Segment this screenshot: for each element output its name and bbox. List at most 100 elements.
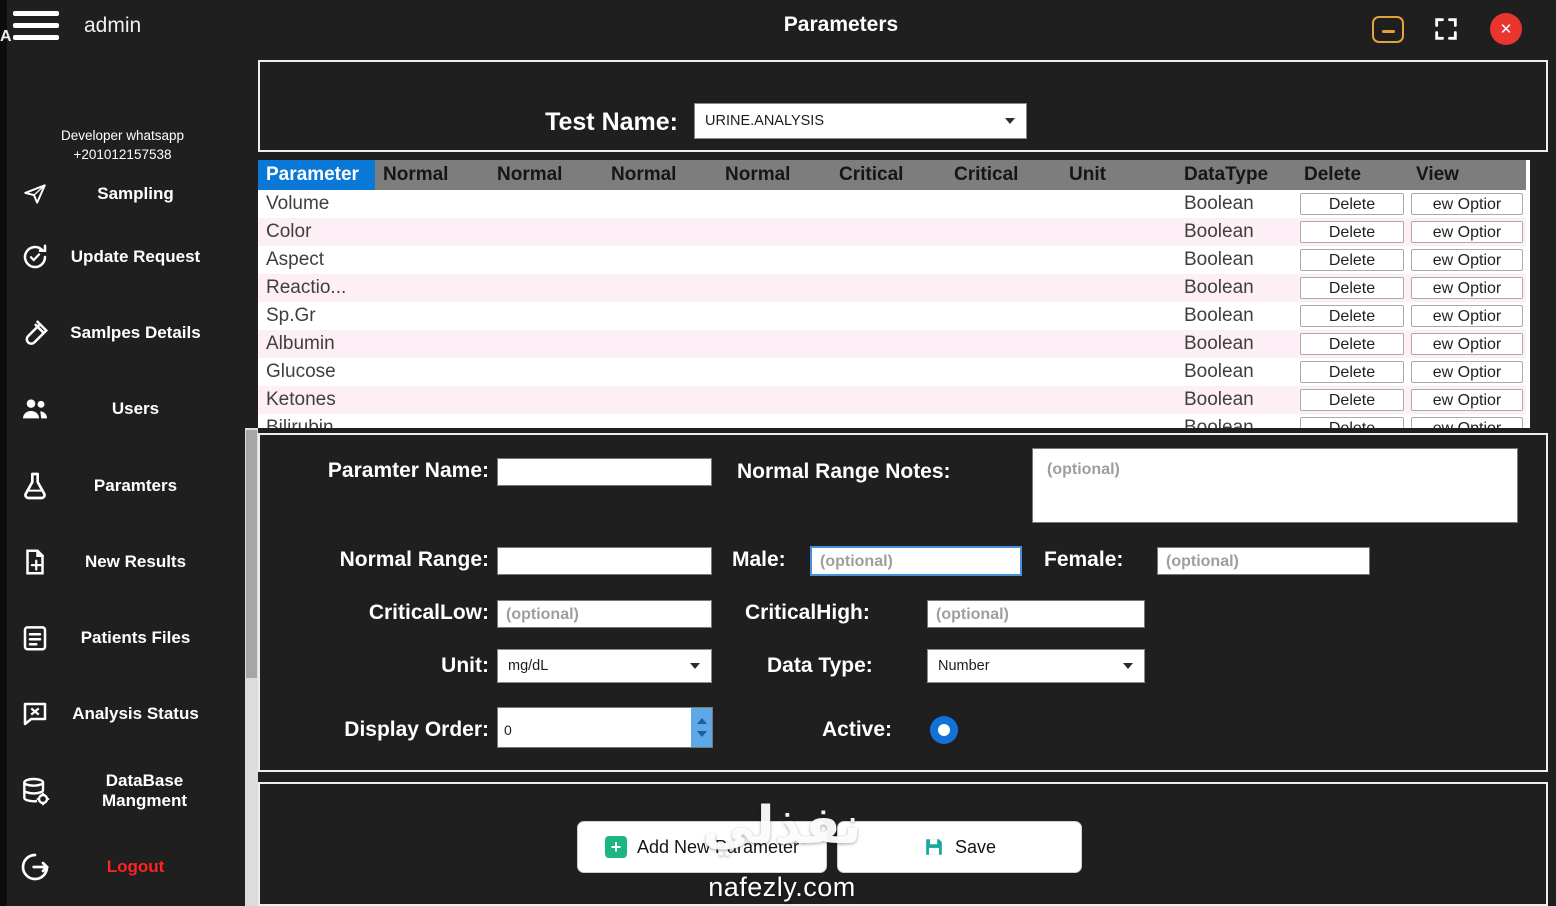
- table-row[interactable]: Albumin Boolean Delete ew Optior: [258, 330, 1526, 358]
- table-row[interactable]: Bilirubin Boolean Delete ew Optior: [258, 414, 1526, 428]
- column-header-critical[interactable]: Critical: [946, 160, 1061, 190]
- column-header-critical[interactable]: Critical: [831, 160, 946, 190]
- normal-range-notes-textarea[interactable]: [1032, 448, 1518, 523]
- male-input[interactable]: [810, 546, 1022, 576]
- column-header-delete[interactable]: Delete: [1296, 160, 1408, 190]
- display-order-input[interactable]: [498, 708, 691, 747]
- column-header-normal[interactable]: Normal: [375, 160, 489, 190]
- female-input[interactable]: [1157, 547, 1370, 575]
- view-options-button[interactable]: ew Optior: [1411, 417, 1523, 428]
- delete-button[interactable]: Delete: [1300, 333, 1404, 355]
- sidebar-item-parameters[interactable]: Paramters: [0, 462, 245, 510]
- flask-icon: [16, 467, 54, 505]
- view-options-button[interactable]: ew Optior: [1411, 333, 1523, 355]
- delete-button[interactable]: Delete: [1300, 389, 1404, 411]
- view-options-button[interactable]: ew Optior: [1411, 305, 1523, 327]
- empty-cells: [375, 302, 1176, 330]
- test-name-select[interactable]: URINE.ANALYSIS: [694, 103, 1027, 139]
- close-button[interactable]: ✕: [1490, 13, 1522, 45]
- delete-button[interactable]: Delete: [1300, 221, 1404, 243]
- add-new-parameter-label: Add New Parameter: [636, 836, 800, 857]
- view-options-button[interactable]: ew Optior: [1411, 277, 1523, 299]
- table-row[interactable]: Reactio... Boolean Delete ew Optior: [258, 274, 1526, 302]
- table-row[interactable]: Glucose Boolean Delete ew Optior: [258, 358, 1526, 386]
- column-header-normal[interactable]: Normal: [717, 160, 831, 190]
- delete-button[interactable]: Delete: [1300, 193, 1404, 215]
- datatype-cell: Boolean: [1184, 221, 1254, 242]
- sidebar-item-new-results[interactable]: New Results: [0, 538, 245, 586]
- active-radio[interactable]: [930, 716, 958, 744]
- normal-range-input[interactable]: [497, 547, 712, 575]
- save-label: Save: [954, 836, 997, 857]
- parameters-table: Parameter Normal Normal Normal Normal Cr…: [258, 160, 1530, 428]
- view-cell: ew Optior: [1408, 302, 1526, 330]
- spinner-buttons[interactable]: [691, 708, 712, 747]
- sidebar-item-sampling[interactable]: Sampling: [0, 170, 245, 218]
- data-type-value: Number: [938, 658, 990, 674]
- app-window: A admin Parameters ✕ Developer whatsapp …: [0, 0, 1556, 906]
- datatype-cell: Boolean: [1184, 389, 1254, 410]
- sidebar-item-label: Paramters: [93, 476, 178, 495]
- table-row[interactable]: Volume Boolean Delete ew Optior: [258, 190, 1526, 218]
- delete-cell: Delete: [1296, 190, 1408, 218]
- minimize-button[interactable]: [1372, 16, 1404, 43]
- parameter-name-input[interactable]: [497, 458, 712, 486]
- sidebar-item-analysis-status[interactable]: Analysis Status: [0, 690, 245, 738]
- delete-cell: Delete: [1296, 302, 1408, 330]
- empty-cells: [375, 190, 1176, 218]
- display-order-stepper: [497, 707, 713, 748]
- sidebar-item-logout[interactable]: Logout: [0, 843, 245, 891]
- male-label: Male:: [732, 548, 786, 571]
- table-row[interactable]: Ketones Boolean Delete ew Optior: [258, 386, 1526, 414]
- data-type-select[interactable]: Number: [927, 649, 1145, 683]
- sidebar-item-patients-files[interactable]: Patients Files: [0, 614, 245, 662]
- unit-value: mg/dL: [508, 658, 549, 674]
- sidebar-item-label: Analysis Status: [72, 704, 199, 723]
- column-header-normal[interactable]: Normal: [603, 160, 717, 190]
- main-scrollbar[interactable]: [245, 428, 258, 906]
- sidebar-item-samples-details[interactable]: Samlpes Details: [0, 309, 245, 357]
- empty-cells: [375, 330, 1176, 358]
- sidebar-item-database-management[interactable]: DataBase Mangment: [0, 760, 245, 822]
- view-options-button[interactable]: ew Optior: [1411, 249, 1523, 271]
- add-new-parameter-button[interactable]: + Add New Parameter: [577, 821, 827, 873]
- sidebar-item-users[interactable]: Users: [0, 385, 245, 433]
- view-options-button[interactable]: ew Optior: [1411, 389, 1523, 411]
- column-header-view[interactable]: View: [1408, 160, 1526, 190]
- save-button[interactable]: Save: [837, 821, 1082, 873]
- delete-cell: Delete: [1296, 414, 1408, 428]
- table-header-row: Parameter Normal Normal Normal Normal Cr…: [258, 160, 1526, 190]
- column-header-parameter[interactable]: Parameter: [258, 160, 375, 190]
- datatype-cell: Boolean: [1184, 361, 1254, 382]
- parameter-cell: Ketones: [266, 389, 336, 410]
- column-header-datatype[interactable]: DataType: [1176, 160, 1296, 190]
- view-options-button[interactable]: ew Optior: [1411, 361, 1523, 383]
- sidebar-item-update-request[interactable]: Update Request: [0, 233, 245, 281]
- column-header-normal[interactable]: Normal: [489, 160, 603, 190]
- view-options-button[interactable]: ew Optior: [1411, 221, 1523, 243]
- critical-high-input[interactable]: [927, 600, 1145, 628]
- view-cell: ew Optior: [1408, 358, 1526, 386]
- table-row[interactable]: Aspect Boolean Delete ew Optior: [258, 246, 1526, 274]
- view-cell: ew Optior: [1408, 274, 1526, 302]
- scrollbar-thumb[interactable]: [246, 430, 257, 678]
- delete-button[interactable]: Delete: [1300, 249, 1404, 271]
- delete-button[interactable]: Delete: [1300, 305, 1404, 327]
- column-header-unit[interactable]: Unit: [1061, 160, 1176, 190]
- delete-button[interactable]: Delete: [1300, 277, 1404, 299]
- delete-button[interactable]: Delete: [1300, 417, 1404, 428]
- table-row[interactable]: Sp.Gr Boolean Delete ew Optior: [258, 302, 1526, 330]
- parameter-form-panel: Paramter Name: Normal Range Notes: Norma…: [258, 433, 1548, 772]
- fullscreen-button[interactable]: [1432, 15, 1460, 43]
- sidebar-item-label: New Results: [84, 552, 187, 571]
- unit-select[interactable]: mg/dL: [497, 649, 712, 683]
- critical-low-input[interactable]: [497, 600, 712, 628]
- table-row[interactable]: Color Boolean Delete ew Optior: [258, 218, 1526, 246]
- menu-icon[interactable]: [13, 11, 61, 49]
- view-cell: ew Optior: [1408, 246, 1526, 274]
- sidebar-item-label: Patients Files: [80, 628, 191, 647]
- delete-cell: Delete: [1296, 218, 1408, 246]
- view-options-button[interactable]: ew Optior: [1411, 193, 1523, 215]
- delete-button[interactable]: Delete: [1300, 361, 1404, 383]
- developer-contact: Developer whatsapp +201012157538: [0, 126, 245, 164]
